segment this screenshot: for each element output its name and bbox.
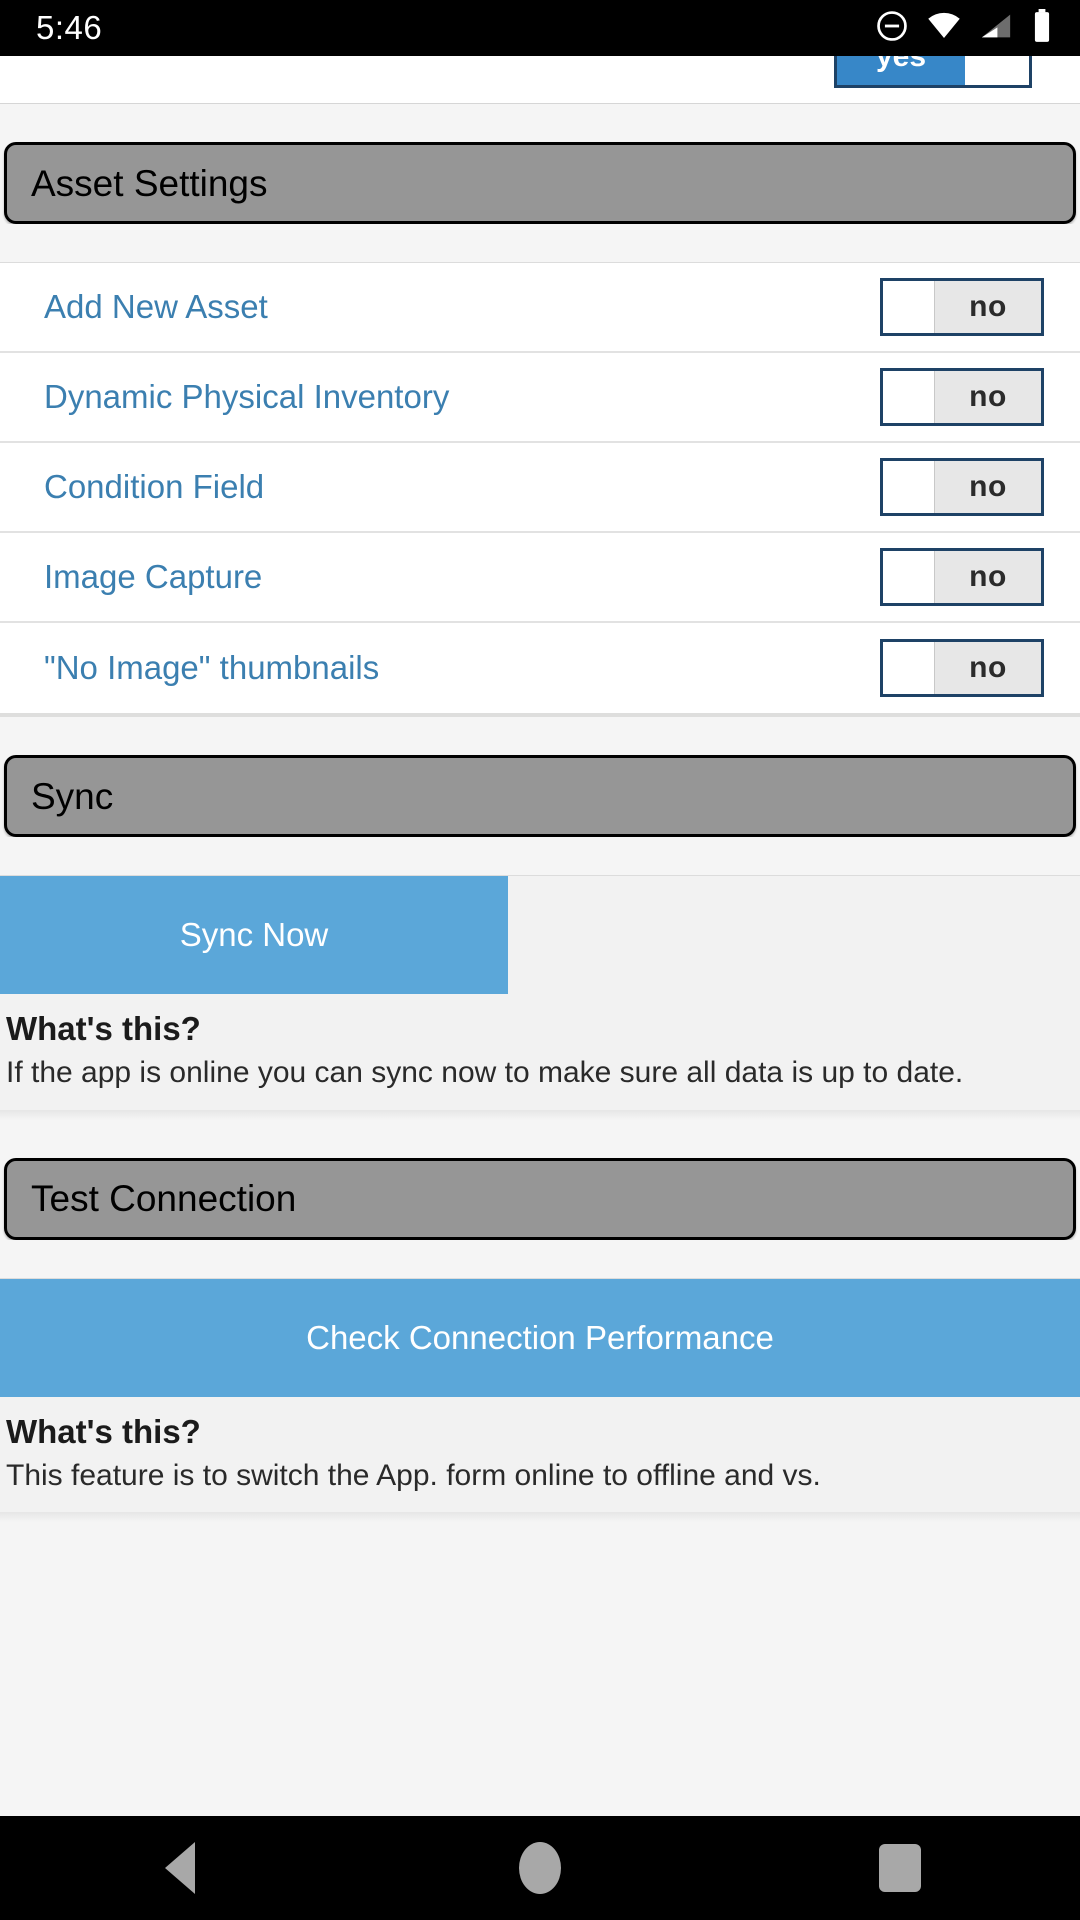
toggle-add-new-asset[interactable]: no bbox=[880, 278, 1044, 336]
section-header-sync: Sync bbox=[4, 755, 1076, 837]
battery-icon bbox=[1030, 8, 1054, 48]
asset-settings-title: Asset Settings bbox=[31, 162, 268, 204]
sync-help-block: What's this? If the app is online you ca… bbox=[0, 994, 1080, 1110]
check-connection-performance-button[interactable]: Check Connection Performance bbox=[0, 1278, 1080, 1397]
row-label-condition-field[interactable]: Condition Field bbox=[44, 468, 264, 506]
table-row[interactable]: "No Image" thumbnails no bbox=[0, 623, 1080, 713]
back-button[interactable] bbox=[120, 1816, 240, 1920]
sync-action-block: Sync Now What's this? If the app is onli… bbox=[0, 875, 1080, 1110]
recents-square-icon bbox=[879, 1844, 921, 1892]
clipped-toggle[interactable]: yes bbox=[834, 56, 1032, 88]
toggle-thumb bbox=[883, 461, 935, 513]
clipped-toggle-thumb bbox=[965, 56, 1029, 85]
row-label-dynamic-physical-inventory[interactable]: Dynamic Physical Inventory bbox=[44, 378, 449, 416]
spacer-4 bbox=[0, 837, 1080, 875]
spacer-1 bbox=[0, 104, 1080, 142]
wifi-icon bbox=[926, 11, 962, 46]
app-screen: 5:46 yes Asset Settings Add New Asset no… bbox=[0, 0, 1080, 1920]
toggle-thumb bbox=[883, 371, 935, 423]
recents-button[interactable] bbox=[840, 1816, 960, 1920]
android-navigation-bar bbox=[0, 1816, 1080, 1920]
toggle-value: no bbox=[969, 651, 1007, 684]
sync-title: Sync bbox=[31, 775, 114, 817]
settings-scroll-container[interactable]: yes Asset Settings Add New Asset no Dyna… bbox=[0, 56, 1080, 1816]
sync-help-title: What's this? bbox=[6, 1010, 201, 1047]
status-clock: 5:46 bbox=[36, 9, 103, 46]
row-label-add-new-asset[interactable]: Add New Asset bbox=[44, 288, 268, 326]
toggle-value: no bbox=[969, 470, 1007, 503]
clipped-toggle-value: yes bbox=[837, 56, 965, 85]
test-connection-help-block: What's this? This feature is to switch t… bbox=[0, 1396, 1080, 1512]
section-header-test-connection: Test Connection bbox=[4, 1157, 1076, 1240]
table-row[interactable]: Dynamic Physical Inventory no bbox=[0, 353, 1080, 443]
toggle-value: no bbox=[969, 380, 1007, 413]
home-button[interactable] bbox=[480, 1816, 600, 1920]
spacer-5 bbox=[0, 1119, 1080, 1158]
row-label-no-image-thumbnails[interactable]: "No Image" thumbnails bbox=[44, 649, 379, 687]
toggle-thumb bbox=[883, 551, 935, 603]
toggle-value: no bbox=[969, 560, 1007, 593]
toggle-condition-field[interactable]: no bbox=[880, 458, 1044, 516]
asset-settings-rows: Add New Asset no Dynamic Physical Invent… bbox=[0, 262, 1080, 717]
spacer-6 bbox=[0, 1239, 1080, 1278]
toggle-dynamic-physical-inventory[interactable]: no bbox=[880, 368, 1044, 426]
sync-help-text: If the app is online you can sync now to… bbox=[6, 1056, 964, 1089]
status-icon-group bbox=[875, 8, 1054, 48]
section-header-asset-settings: Asset Settings bbox=[4, 142, 1076, 224]
table-row[interactable]: Image Capture no bbox=[0, 533, 1080, 623]
divider-1 bbox=[0, 1109, 1080, 1120]
table-row[interactable]: Condition Field no bbox=[0, 443, 1080, 533]
table-row[interactable]: Add New Asset no bbox=[0, 263, 1080, 353]
toggle-no-image-thumbnails[interactable]: no bbox=[880, 639, 1044, 697]
row-label-image-capture[interactable]: Image Capture bbox=[44, 558, 262, 596]
divider-2 bbox=[0, 1512, 1080, 1522]
test-connection-action-block: Check Connection Performance What's this… bbox=[0, 1277, 1080, 1512]
test-connection-help-text: This feature is to switch the App. form … bbox=[6, 1458, 821, 1492]
do-not-disturb-icon bbox=[875, 9, 909, 48]
toggle-thumb bbox=[883, 281, 935, 333]
test-connection-help-title: What's this? bbox=[6, 1412, 201, 1450]
home-circle-icon bbox=[519, 1842, 561, 1894]
toggle-thumb bbox=[883, 642, 935, 694]
status-bar: 5:46 bbox=[0, 0, 1080, 56]
spacer-3 bbox=[0, 717, 1080, 755]
clipped-previous-row: yes bbox=[0, 56, 1080, 104]
toggle-value: no bbox=[969, 290, 1007, 323]
cellular-signal-icon bbox=[979, 11, 1013, 46]
back-triangle-icon bbox=[165, 1842, 195, 1894]
sync-now-button[interactable]: Sync Now bbox=[0, 876, 508, 994]
test-connection-title: Test Connection bbox=[31, 1178, 297, 1219]
toggle-image-capture[interactable]: no bbox=[880, 548, 1044, 606]
spacer-2 bbox=[0, 224, 1080, 262]
